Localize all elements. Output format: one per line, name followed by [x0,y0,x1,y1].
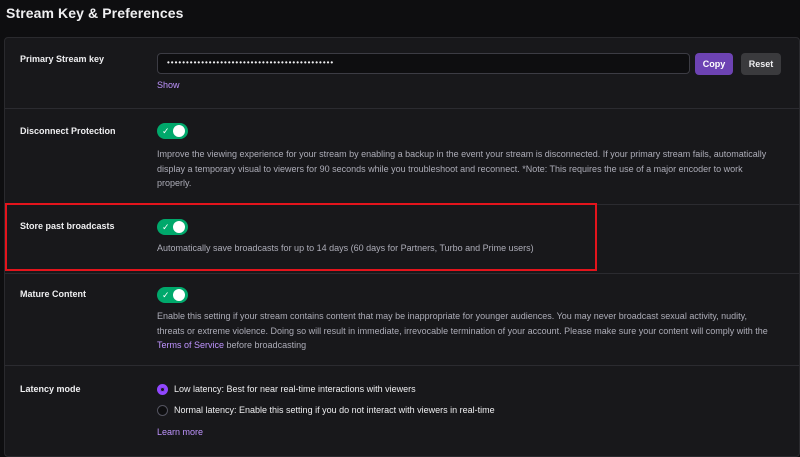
check-icon: ✓ [162,290,170,300]
description-line: Improve the viewing experience for your … [157,149,767,159]
learn-more-link[interactable]: Learn more [157,427,203,437]
mature-content-toggle[interactable]: ✓ [157,287,188,303]
description-suffix: before broadcasting [224,340,307,350]
divider [5,273,800,274]
check-icon: ✓ [162,126,170,136]
description-line: Terms of Service before broadcasting [157,338,793,353]
latency-mode-label: Latency mode [20,384,81,394]
terms-of-service-link[interactable]: Terms of Service [157,340,224,350]
stream-key-label: Primary Stream key [20,54,105,64]
disconnect-protection-toggle[interactable]: ✓ [157,123,188,139]
divider [5,365,800,366]
mature-content-description: Enable this setting if your stream conta… [157,309,793,353]
copy-button[interactable]: Copy [695,53,733,75]
stream-key-input[interactable] [157,53,690,74]
toggle-knob [173,289,185,301]
toggle-knob [173,125,185,137]
description-line: Enable this setting if your stream conta… [157,311,748,321]
mature-content-label: Mature Content [20,289,86,299]
show-key-link[interactable]: Show [157,80,180,90]
highlight-box [5,203,597,271]
divider [5,108,800,109]
normal-latency-radio[interactable] [157,405,168,416]
description-line: properly. [157,178,192,188]
low-latency-label[interactable]: Low latency: Best for near real-time int… [174,384,416,394]
disconnect-protection-label: Disconnect Protection [20,126,116,136]
description-line: display a temporary visual to viewers fo… [157,163,743,174]
reset-button[interactable]: Reset [741,53,781,75]
normal-latency-label[interactable]: Normal latency: Enable this setting if y… [174,405,495,415]
disconnect-protection-description: Improve the viewing experience for your … [157,147,793,191]
description-line: threats or extreme violence. Doing so wi… [157,325,768,336]
low-latency-radio[interactable] [157,384,168,395]
page-title: Stream Key & Preferences [6,5,184,21]
